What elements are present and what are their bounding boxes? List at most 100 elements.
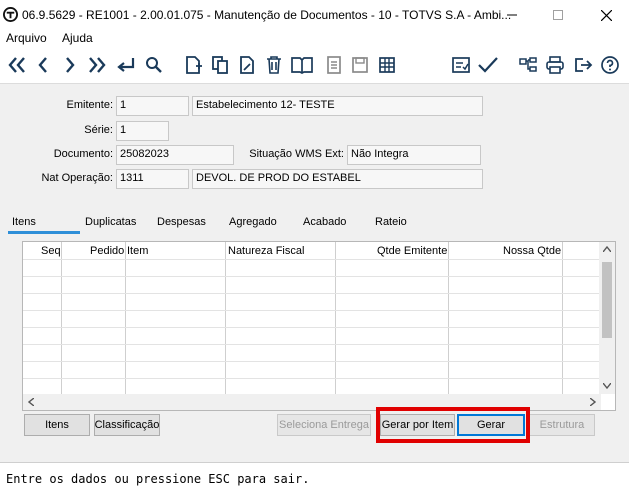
nat-operacao-desc-field: DEVOL. DE PROD DO ESTABEL xyxy=(192,169,483,189)
tab-rateio[interactable]: Rateio xyxy=(375,216,407,228)
grid-column xyxy=(449,242,563,394)
save-button[interactable] xyxy=(348,53,372,77)
scroll-up-icon[interactable] xyxy=(602,244,612,255)
vertical-scroll-thumb[interactable] xyxy=(602,262,612,338)
tab-duplicatas[interactable]: Duplicatas xyxy=(85,216,136,228)
emitente-label: Emitente: xyxy=(66,99,113,111)
grid-row-divider xyxy=(23,293,601,294)
help-button[interactable] xyxy=(598,53,622,77)
search-button[interactable] xyxy=(142,53,166,77)
menu-ajuda[interactable]: Ajuda xyxy=(62,31,93,45)
maximize-button[interactable] xyxy=(535,0,581,30)
new-icon xyxy=(186,56,202,74)
first-record-button[interactable] xyxy=(5,53,29,77)
vertical-scrollbar[interactable] xyxy=(599,242,615,394)
first-icon xyxy=(8,57,25,73)
grid-row-divider xyxy=(23,327,601,328)
items-grid[interactable]: Seq Pedido Item Natureza Fiscal Qtde Emi… xyxy=(22,241,616,411)
situacao-label: Situação WMS Ext: xyxy=(249,148,344,160)
goto-button[interactable] xyxy=(114,53,138,77)
grid-column xyxy=(23,242,62,394)
scroll-right-icon[interactable] xyxy=(589,397,597,409)
exit-button[interactable] xyxy=(571,53,595,77)
scroll-down-icon[interactable] xyxy=(602,381,612,392)
grid-row-divider xyxy=(23,276,601,277)
scroll-left-icon[interactable] xyxy=(27,397,35,409)
document-icon xyxy=(327,56,341,74)
new-button[interactable] xyxy=(181,53,205,77)
nat-operacao-label: Nat Operação: xyxy=(41,172,113,184)
grid-row-divider xyxy=(23,378,601,379)
minimize-button[interactable] xyxy=(489,0,535,30)
checklist-button[interactable] xyxy=(449,53,473,77)
grid-column xyxy=(336,242,449,394)
search-icon xyxy=(146,57,162,73)
last-record-button[interactable] xyxy=(85,53,109,77)
next-record-button[interactable] xyxy=(58,53,82,77)
column-header-item[interactable]: Item xyxy=(127,245,148,257)
emitente-name-field: Estabelecimento 12- TESTE xyxy=(192,96,483,116)
copy-icon xyxy=(212,56,228,74)
delete-button[interactable] xyxy=(262,53,286,77)
situacao-field: Não Integra xyxy=(347,145,481,165)
status-message: Entre os dados ou pressione ESC para sai… xyxy=(6,472,310,486)
nat-operacao-code-field[interactable]: 1311 xyxy=(116,169,189,189)
save-icon xyxy=(352,57,368,73)
column-header-qtde-emitente[interactable]: Qtde Emitente xyxy=(377,245,447,257)
copy-button[interactable] xyxy=(208,53,232,77)
estrutura-button[interactable]: Estrutura xyxy=(529,414,595,436)
last-icon xyxy=(89,57,106,73)
grid-icon xyxy=(379,57,395,73)
itens-button[interactable]: Itens xyxy=(24,414,90,436)
menu-arquivo[interactable]: Arquivo xyxy=(6,31,47,45)
column-header-nossa-qtde[interactable]: Nossa Qtde xyxy=(503,245,561,257)
delete-icon xyxy=(267,56,281,74)
grid-row-divider xyxy=(23,259,601,260)
grid-row-divider xyxy=(23,310,601,311)
edit-button[interactable] xyxy=(235,53,259,77)
book-icon xyxy=(291,57,313,74)
emitente-code-field[interactable]: 1 xyxy=(116,96,189,116)
checklist-icon xyxy=(452,57,470,73)
column-header-natureza-fiscal[interactable]: Natureza Fiscal xyxy=(228,245,304,257)
serie-field[interactable]: 1 xyxy=(116,121,169,141)
next-icon xyxy=(66,57,75,73)
print-button[interactable] xyxy=(543,53,567,77)
grid-row-divider xyxy=(23,344,601,345)
tab-itens[interactable]: Itens xyxy=(12,216,36,228)
grid-button[interactable] xyxy=(375,53,399,77)
classificacao-button[interactable]: Classificação xyxy=(94,414,160,436)
status-bar: Entre os dados ou pressione ESC para sai… xyxy=(0,462,629,492)
grid-row-divider xyxy=(23,361,601,362)
previous-record-button[interactable] xyxy=(31,53,55,77)
goto-icon xyxy=(117,58,135,72)
menu-bar: Arquivo Ajuda xyxy=(0,30,629,47)
seleciona-entrega-button[interactable]: Seleciona Entrega xyxy=(277,414,371,436)
grid-column xyxy=(226,242,336,394)
grid-column xyxy=(62,242,126,394)
grid-column xyxy=(126,242,226,394)
documento-field[interactable]: 25082023 xyxy=(116,145,234,165)
edit-icon xyxy=(240,56,254,74)
window-title: 06.9.5629 - RE1001 - 2.00.01.075 - Manut… xyxy=(22,8,512,22)
tab-agregado[interactable]: Agregado xyxy=(229,216,277,228)
close-icon xyxy=(600,9,612,21)
book-button[interactable] xyxy=(290,53,314,77)
documento-label: Documento: xyxy=(53,148,113,160)
exit-icon xyxy=(575,58,593,72)
confirm-button[interactable] xyxy=(476,53,500,77)
print-icon xyxy=(546,56,564,74)
previous-icon xyxy=(38,57,47,73)
column-header-seq[interactable]: Seq xyxy=(41,245,61,257)
close-button[interactable] xyxy=(583,0,629,30)
tab-acabado[interactable]: Acabado xyxy=(303,216,346,228)
document-button[interactable] xyxy=(322,53,346,77)
confirm-icon xyxy=(478,57,498,73)
minimize-icon xyxy=(507,14,517,16)
tab-despesas[interactable]: Despesas xyxy=(157,216,206,228)
help-icon xyxy=(601,56,619,74)
tree-button[interactable] xyxy=(516,53,540,77)
title-bar: 06.9.5629 - RE1001 - 2.00.01.075 - Manut… xyxy=(0,0,629,30)
toolbar xyxy=(0,47,629,84)
column-header-pedido[interactable]: Pedido xyxy=(90,245,124,257)
